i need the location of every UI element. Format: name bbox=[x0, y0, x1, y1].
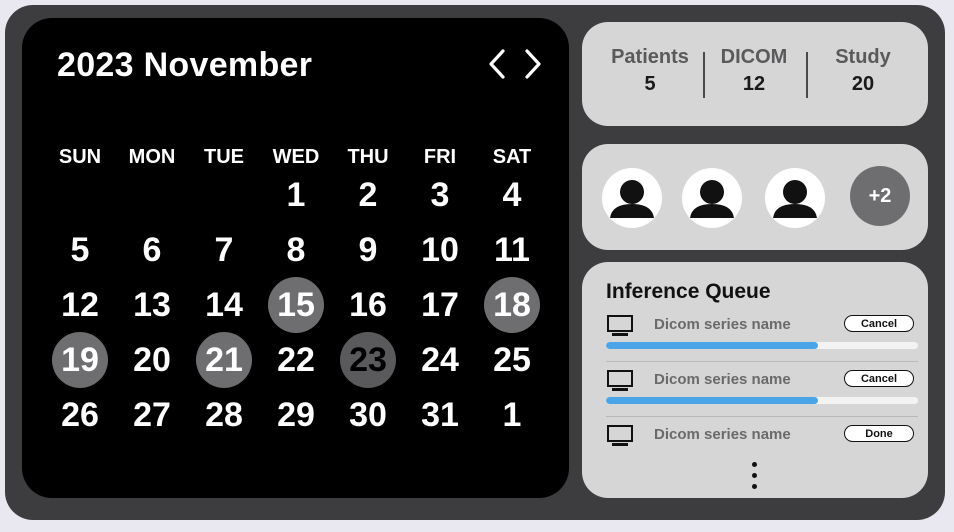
done-button[interactable]: Done bbox=[844, 425, 914, 442]
progress-bar bbox=[606, 397, 918, 404]
calendar-panel: 2023 November SUN MON TUE WED THU FRI SAT 1234… bbox=[22, 18, 569, 498]
calendar-day[interactable]: 2 bbox=[340, 167, 396, 223]
progress-fill bbox=[606, 342, 819, 349]
monitor-icon bbox=[607, 370, 633, 391]
study-label: Study bbox=[835, 46, 891, 68]
avatar[interactable] bbox=[765, 168, 825, 228]
calendar-day[interactable]: 1 bbox=[484, 387, 540, 443]
calendar-day[interactable]: 12 bbox=[52, 277, 108, 333]
calendar-grid: 1 2 3 4 5 6 7 8 9 10 11 12 13 14 15 16 17 18 19 20 21 22 23 24 2… bbox=[44, 18, 544, 498]
stat-divider bbox=[806, 52, 808, 98]
cancel-button[interactable]: Cancel bbox=[844, 315, 914, 332]
calendar-day[interactable]: 31 bbox=[412, 387, 468, 443]
series-name: Dicom series name bbox=[654, 371, 791, 388]
calendar-day[interactable]: 6 bbox=[124, 222, 180, 278]
calendar-day[interactable]: 21 bbox=[196, 332, 252, 388]
monitor-icon bbox=[607, 425, 633, 446]
avatar[interactable] bbox=[602, 168, 662, 228]
calendar-day[interactable]: 25 bbox=[484, 332, 540, 388]
calendar-day[interactable]: 24 bbox=[412, 332, 468, 388]
calendar-day[interactable]: 28 bbox=[196, 387, 252, 443]
series-name: Dicom series name bbox=[654, 426, 791, 443]
study-value: 20 bbox=[851, 73, 875, 95]
calendar-day[interactable]: 16 bbox=[340, 277, 396, 333]
calendar-day[interactable]: 13 bbox=[124, 277, 180, 333]
calendar-day[interactable]: 23 bbox=[340, 332, 396, 388]
calendar-day[interactable]: 18 bbox=[484, 277, 540, 333]
queue-title: Inference Queue bbox=[606, 280, 771, 303]
calendar-day[interactable]: 7 bbox=[196, 222, 252, 278]
progress-fill bbox=[606, 397, 819, 404]
row-divider bbox=[606, 416, 918, 417]
calendar-day[interactable]: 14 bbox=[196, 277, 252, 333]
patients-value: 5 bbox=[644, 73, 656, 95]
cancel-button[interactable]: Cancel bbox=[844, 370, 914, 387]
study-stat: Study 20 bbox=[822, 46, 904, 96]
progress-bar bbox=[606, 342, 918, 349]
calendar-day[interactable]: 11 bbox=[484, 222, 540, 278]
more-options-icon[interactable] bbox=[748, 462, 760, 494]
stat-divider bbox=[703, 52, 705, 98]
patients-label: Patients bbox=[611, 46, 689, 68]
patients-stat: Patients 5 bbox=[604, 46, 696, 96]
person-icon bbox=[690, 180, 734, 218]
calendar-day[interactable]: 15 bbox=[268, 277, 324, 333]
calendar-day[interactable]: 22 bbox=[268, 332, 324, 388]
series-name: Dicom series name bbox=[654, 316, 791, 333]
calendar-day[interactable]: 29 bbox=[268, 387, 324, 443]
calendar-day[interactable]: 27 bbox=[124, 387, 180, 443]
calendar-day[interactable]: 9 bbox=[340, 222, 396, 278]
inference-queue-card: Inference Queue Dicom series name Cancel… bbox=[582, 262, 928, 498]
calendar-day[interactable]: 10 bbox=[412, 222, 468, 278]
calendar-day[interactable]: 4 bbox=[484, 167, 540, 223]
calendar-day[interactable]: 30 bbox=[340, 387, 396, 443]
calendar-day[interactable]: 26 bbox=[52, 387, 108, 443]
person-icon bbox=[773, 180, 817, 218]
dicom-value: 12 bbox=[742, 73, 766, 95]
dicom-label: DICOM bbox=[720, 46, 788, 68]
calendar-day[interactable]: 5 bbox=[52, 222, 108, 278]
team-card: +2 bbox=[582, 144, 928, 250]
calendar-day[interactable]: 3 bbox=[412, 167, 468, 223]
calendar-day[interactable]: 1 bbox=[268, 167, 324, 223]
calendar-day[interactable]: 17 bbox=[412, 277, 468, 333]
calendar-day[interactable]: 19 bbox=[52, 332, 108, 388]
row-divider bbox=[606, 361, 918, 362]
avatar[interactable] bbox=[682, 168, 742, 228]
dicom-stat: DICOM 12 bbox=[710, 46, 798, 96]
calendar-day[interactable]: 8 bbox=[268, 222, 324, 278]
calendar-day[interactable]: 20 bbox=[124, 332, 180, 388]
person-icon bbox=[610, 180, 654, 218]
stats-card: Patients 5 DICOM 12 Study 20 bbox=[582, 22, 928, 126]
more-members-button[interactable]: +2 bbox=[850, 166, 910, 226]
monitor-icon bbox=[607, 315, 633, 336]
